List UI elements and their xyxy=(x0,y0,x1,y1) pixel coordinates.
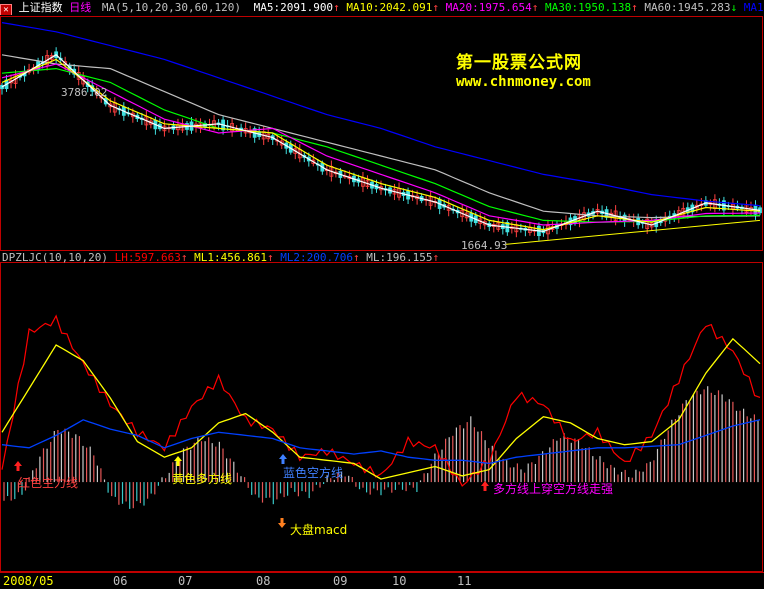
site-url: www.chnmoney.com xyxy=(456,74,591,90)
annotation-blue-short: 蓝色空方线 xyxy=(283,466,344,480)
lh-value: 597.663 xyxy=(134,251,181,264)
ma-params: MA(5,10,20,30,60,120) xyxy=(101,1,241,14)
ma10-value: 2042.091 xyxy=(379,1,433,14)
annotation-yellow-long: 黄色多方线 xyxy=(172,472,233,486)
ml-value: 196.155 xyxy=(386,251,433,264)
price-low-label: 1664.93 xyxy=(461,239,508,252)
ml-label: ML: xyxy=(366,251,387,264)
ml-arrow: ↑ xyxy=(432,251,440,264)
lh-arrow: ↑ xyxy=(180,251,188,264)
ma120-label: MA120 xyxy=(743,1,764,14)
ma20-arrow: ↑ xyxy=(531,1,539,14)
x-tick-11: 11 xyxy=(457,574,472,588)
ml1-arrow: ↑ xyxy=(266,251,274,264)
period-label: 日线 xyxy=(69,1,92,14)
stock-chart xyxy=(0,0,764,589)
ma20-label: MA20: xyxy=(445,1,479,14)
annotation-bull-strong: 多方线上穿空方线走强 xyxy=(493,482,614,496)
ml1-value: 456.861 xyxy=(220,251,267,264)
index-name: 上证指数 xyxy=(18,1,63,14)
ma60-value: 1945.283 xyxy=(677,1,731,14)
x-tick-09: 09 xyxy=(333,574,348,588)
ml2-arrow: ↑ xyxy=(353,251,360,264)
ml1-label: ML1: xyxy=(194,251,221,264)
ma5-value: 2091.900 xyxy=(280,1,334,14)
x-tick-2008-05: 2008/05 xyxy=(3,574,54,588)
close-icon[interactable]: ✕ xyxy=(0,4,12,15)
indicator-name: DPZLJC(10,10,20) xyxy=(2,251,108,264)
ma30-arrow: ↑ xyxy=(631,1,638,14)
x-tick-08: 08 xyxy=(256,574,271,588)
x-tick-07: 07 xyxy=(178,574,193,588)
indicator-header: DPZLJC(10,10,20) LH:597.663↑ ML1:456.861… xyxy=(2,251,439,264)
ma30-value: 1950.138 xyxy=(578,1,632,14)
x-tick-06: 06 xyxy=(113,574,128,588)
ma20-value: 1975.654 xyxy=(478,1,532,14)
annotation-red-main: 红色主力线 xyxy=(18,476,79,490)
ma30-label: MA30: xyxy=(545,1,579,14)
ma60-arrow: ↓ xyxy=(730,1,738,14)
ma5-label: MA5: xyxy=(253,1,281,14)
lh-label: LH: xyxy=(114,251,135,264)
price-high-label: 3786.02 xyxy=(61,86,108,99)
ma60-label: MA60: xyxy=(644,1,678,14)
x-tick-10: 10 xyxy=(392,574,407,588)
ma10-arrow: ↑ xyxy=(432,1,440,14)
ml2-value: 200.706 xyxy=(306,251,354,264)
ml2-label: ML2: xyxy=(280,251,307,264)
ma5-arrow: ↑ xyxy=(333,1,340,14)
site-name: 第一股票公式网 xyxy=(456,53,582,73)
price-header: ✕ 上证指数 日线 MA(5,10,20,30,60,120) MA5:2091… xyxy=(0,1,764,15)
annotation-macd: 大盘macd xyxy=(290,523,348,537)
ma10-label: MA10: xyxy=(346,1,380,14)
